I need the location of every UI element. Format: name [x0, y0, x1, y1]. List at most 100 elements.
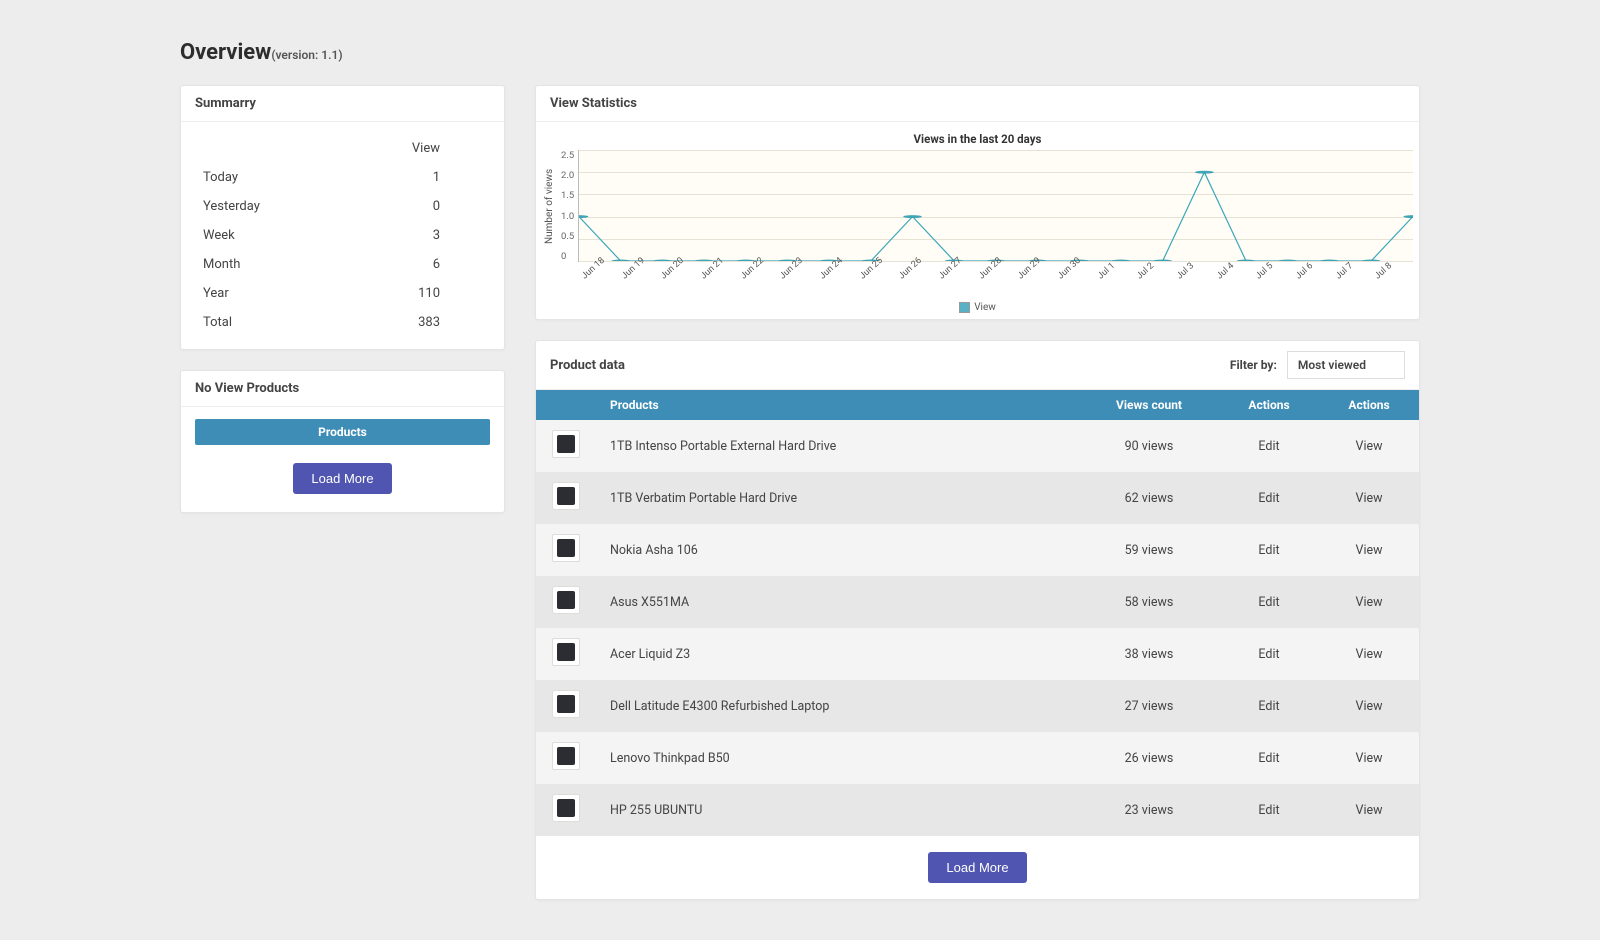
summary-panel-title: Summarry	[181, 86, 504, 122]
chart-legend: View	[542, 302, 1413, 313]
product-load-more-button[interactable]: Load More	[928, 852, 1026, 883]
summary-row: Year110	[195, 279, 490, 308]
summary-panel: Summarry View Today1Yesterday0Week3Month…	[180, 85, 505, 350]
product-view-action[interactable]: View	[1319, 680, 1419, 732]
filter-label: Filter by:	[1230, 358, 1277, 372]
chart-ytick: 2.5	[561, 150, 574, 161]
chart-ytick: 1.5	[561, 190, 574, 201]
product-edit-action[interactable]: Edit	[1219, 524, 1319, 576]
summary-row-value: 110	[330, 279, 490, 308]
product-edit-action[interactable]: Edit	[1219, 472, 1319, 524]
summary-row-label: Yesterday	[195, 192, 330, 221]
product-edit-action[interactable]: Edit	[1219, 576, 1319, 628]
table-row: 1TB Intenso Portable External Hard Drive…	[536, 420, 1419, 472]
filter-select-value: Most viewed	[1298, 358, 1366, 372]
product-views: 59 views	[1079, 524, 1219, 576]
summary-row-value: 1	[330, 163, 490, 192]
product-thumb-icon	[552, 482, 580, 510]
product-view-action[interactable]: View	[1319, 784, 1419, 836]
no-view-load-more-button[interactable]: Load More	[293, 463, 391, 494]
summary-row-value: 6	[330, 250, 490, 279]
product-thumb-icon	[552, 794, 580, 822]
chart-ytick: 1.0	[561, 211, 574, 222]
product-name[interactable]: 1TB Intenso Portable External Hard Drive	[596, 420, 1079, 472]
product-edit-action[interactable]: Edit	[1219, 628, 1319, 680]
product-table: Products Views count Actions Actions 1TB…	[536, 390, 1419, 836]
summary-row: Total383	[195, 308, 490, 337]
page-title: Overview(version: 1.1)	[180, 40, 1420, 65]
product-data-panel: Product data Filter by: Most viewed	[535, 340, 1420, 900]
product-name[interactable]: Asus X551MA	[596, 576, 1079, 628]
summary-view-col: View	[330, 134, 490, 163]
table-row: Dell Latitude E4300 Refurbished Laptop27…	[536, 680, 1419, 732]
product-col-products: Products	[596, 390, 1079, 420]
product-thumb-icon	[552, 690, 580, 718]
product-edit-action[interactable]: Edit	[1219, 680, 1319, 732]
product-name[interactable]: Nokia Asha 106	[596, 524, 1079, 576]
summary-row-label: Month	[195, 250, 330, 279]
summary-row-label: Week	[195, 221, 330, 250]
product-edit-action[interactable]: Edit	[1219, 784, 1319, 836]
product-col-actions1: Actions	[1219, 390, 1319, 420]
summary-row-label: Total	[195, 308, 330, 337]
summary-row-value: 3	[330, 221, 490, 250]
table-row: 1TB Verbatim Portable Hard Drive62 views…	[536, 472, 1419, 524]
product-thumb-icon	[552, 742, 580, 770]
product-view-action[interactable]: View	[1319, 628, 1419, 680]
product-edit-action[interactable]: Edit	[1219, 420, 1319, 472]
no-view-panel: No View Products Products Load More	[180, 370, 505, 513]
product-edit-action[interactable]: Edit	[1219, 732, 1319, 784]
product-views: 90 views	[1079, 420, 1219, 472]
summary-table: View Today1Yesterday0Week3Month6Year110T…	[195, 134, 490, 337]
legend-swatch-icon	[959, 302, 970, 313]
no-view-panel-title: No View Products	[181, 371, 504, 407]
product-views: 26 views	[1079, 732, 1219, 784]
summary-row: Month6	[195, 250, 490, 279]
chart-ytick: 0	[561, 251, 574, 262]
chart-title: Views in the last 20 days	[542, 132, 1413, 146]
chart-ytick: 0.5	[561, 231, 574, 242]
product-name[interactable]: 1TB Verbatim Portable Hard Drive	[596, 472, 1079, 524]
product-views: 62 views	[1079, 472, 1219, 524]
product-name[interactable]: Dell Latitude E4300 Refurbished Laptop	[596, 680, 1079, 732]
summary-row: Week3	[195, 221, 490, 250]
product-view-action[interactable]: View	[1319, 420, 1419, 472]
chart-legend-label: View	[974, 302, 996, 313]
chart-ylabel: Number of views	[542, 150, 557, 262]
page-version: (version: 1.1)	[271, 48, 342, 62]
summary-row-label: Year	[195, 279, 330, 308]
product-thumb-icon	[552, 430, 580, 458]
product-view-action[interactable]: View	[1319, 576, 1419, 628]
summary-row: Yesterday0	[195, 192, 490, 221]
product-view-action[interactable]: View	[1319, 472, 1419, 524]
page-title-text: Overview	[180, 40, 271, 65]
view-statistics-panel: View Statistics Views in the last 20 day…	[535, 85, 1420, 320]
chart-ytick: 2.0	[561, 170, 574, 181]
product-col-thumb	[536, 390, 596, 420]
product-name[interactable]: Acer Liquid Z3	[596, 628, 1079, 680]
product-view-action[interactable]: View	[1319, 524, 1419, 576]
product-thumb-icon	[552, 638, 580, 666]
product-name[interactable]: Lenovo Thinkpad B50	[596, 732, 1079, 784]
summary-row-value: 0	[330, 192, 490, 221]
no-view-products-header: Products	[195, 419, 490, 445]
product-views: 23 views	[1079, 784, 1219, 836]
product-panel-title: Product data	[550, 358, 625, 373]
chart-yaxis: 2.5 2.0 1.5 1.0 0.5 0	[557, 150, 578, 262]
product-views: 27 views	[1079, 680, 1219, 732]
product-name[interactable]: HP 255 UBUNTU	[596, 784, 1079, 836]
filter-select[interactable]: Most viewed	[1287, 351, 1405, 379]
product-views: 58 views	[1079, 576, 1219, 628]
product-thumb-icon	[552, 586, 580, 614]
table-row: Asus X551MA58 viewsEditView	[536, 576, 1419, 628]
product-col-actions2: Actions	[1319, 390, 1419, 420]
summary-row: Today1	[195, 163, 490, 192]
chart-xaxis: Jun 18Jun 19Jun 20Jun 21Jun 22Jun 23Jun …	[580, 264, 1413, 298]
table-row: HP 255 UBUNTU23 viewsEditView	[536, 784, 1419, 836]
table-row: Acer Liquid Z338 viewsEditView	[536, 628, 1419, 680]
product-view-action[interactable]: View	[1319, 732, 1419, 784]
table-row: Lenovo Thinkpad B5026 viewsEditView	[536, 732, 1419, 784]
table-row: Nokia Asha 10659 viewsEditView	[536, 524, 1419, 576]
summary-row-label: Today	[195, 163, 330, 192]
product-views: 38 views	[1079, 628, 1219, 680]
